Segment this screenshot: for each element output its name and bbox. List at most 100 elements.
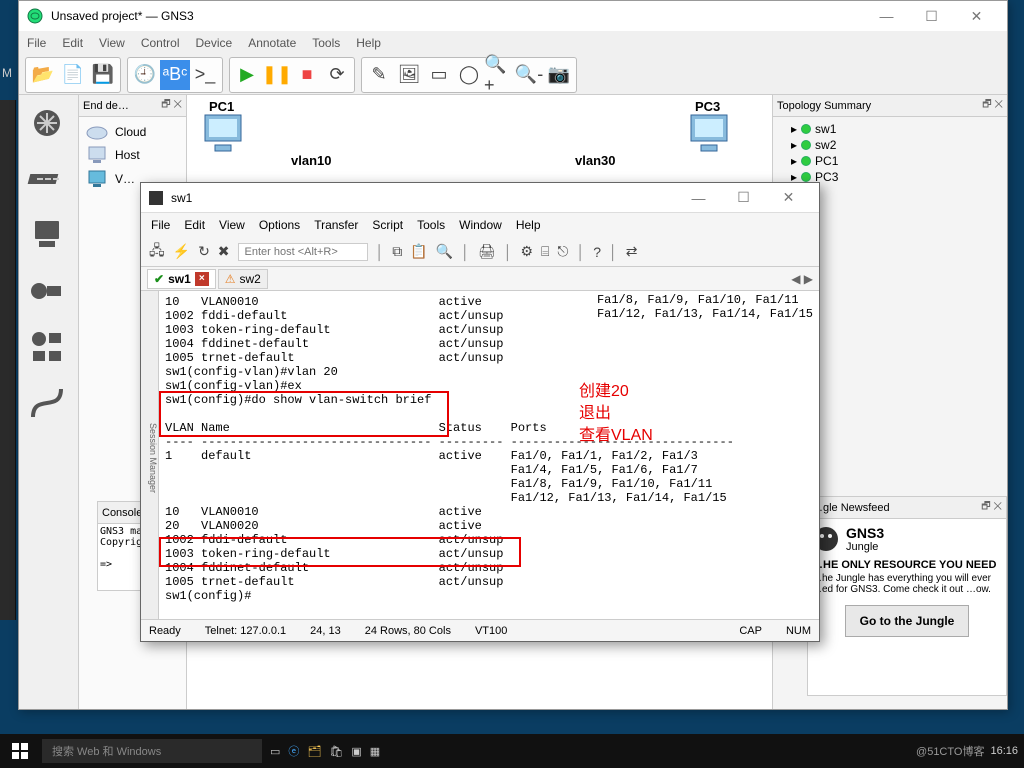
store-icon[interactable]: 🛍 — [329, 745, 343, 758]
print-icon[interactable]: 🖨 — [478, 243, 496, 260]
save-icon[interactable]: 💾 — [88, 60, 118, 90]
zoom-in-icon[interactable]: 🔍+ — [484, 60, 514, 90]
copy-icon[interactable]: ⧉ — [392, 243, 402, 260]
rect-icon[interactable]: ▭ — [424, 60, 454, 90]
app1-icon[interactable]: ▣ — [351, 745, 361, 758]
menu-help[interactable]: Help — [356, 36, 381, 50]
open-icon[interactable]: 📂 — [28, 60, 58, 90]
term-menu-window[interactable]: Window — [459, 218, 502, 232]
menu-device[interactable]: Device — [196, 36, 233, 50]
term-menu-help[interactable]: Help — [516, 218, 541, 232]
menu-tools[interactable]: Tools — [312, 36, 340, 50]
status-size: 24 Rows, 80 Cols — [365, 625, 451, 637]
reconnect-icon[interactable]: ↻ — [198, 243, 210, 260]
term-titlebar[interactable]: sw1 — ☐ ✕ — [141, 183, 819, 213]
paste-icon[interactable]: 📋 — [410, 243, 427, 260]
start-button[interactable] — [6, 737, 34, 765]
gns3-titlebar[interactable]: Unsaved project* — GNS3 — ☐ ✕ — [19, 1, 1007, 31]
pause-icon[interactable]: ❚❚ — [262, 60, 292, 90]
gns3-logo-icon — [27, 8, 43, 24]
term-menu-file[interactable]: File — [151, 218, 170, 232]
term-menu-transfer[interactable]: Transfer — [314, 218, 358, 232]
taskview-icon[interactable]: ▭ — [270, 745, 280, 758]
gns3-toolbar: 📂📄💾 🕘ᵃBᶜ>_ ▶❚❚■⟳ ✎🖼▭◯🔍+🔍-📷 — [19, 55, 1007, 95]
status-cursor: 24, 13 — [310, 625, 341, 637]
device-host[interactable]: Host — [83, 143, 182, 167]
xmodem-icon[interactable]: ⇄ — [626, 243, 638, 260]
keymap-icon[interactable]: ⌸ — [541, 243, 549, 260]
zoom-out-icon[interactable]: 🔍- — [514, 60, 544, 90]
annotation-showvlan: 查看VLAN — [579, 429, 653, 443]
go-to-jungle-button[interactable]: Go to the Jungle — [845, 605, 970, 637]
options-icon[interactable]: ⎋ — [557, 243, 568, 260]
labels-icon[interactable]: ᵃBᶜ — [160, 60, 190, 90]
security-category-icon[interactable] — [23, 267, 71, 315]
term-menu-view[interactable]: View — [219, 218, 245, 232]
pc-category-icon[interactable] — [23, 211, 71, 259]
watermark-text: @51CTO博客 — [916, 743, 984, 759]
stop-icon[interactable]: ■ — [292, 60, 322, 90]
console-icon[interactable]: >_ — [190, 60, 220, 90]
router-category-icon[interactable] — [23, 99, 71, 147]
term-close-button[interactable]: ✕ — [766, 184, 811, 212]
tab-sw1[interactable]: ✔sw1× — [147, 269, 216, 289]
tray-clock[interactable]: 16:16 — [990, 745, 1018, 757]
settings-icon[interactable]: ⚙ — [520, 243, 533, 260]
label-vlan10: vlan10 — [291, 153, 331, 168]
term-minimize-button[interactable]: — — [676, 184, 721, 212]
help-icon[interactable]: ? — [593, 244, 601, 260]
status-telnet: Telnet: 127.0.0.1 — [205, 625, 286, 637]
switch-category-icon[interactable] — [23, 155, 71, 203]
end-devices-title: End de… — [83, 100, 129, 112]
ellipse-icon[interactable]: ◯ — [454, 60, 484, 90]
annotation-create20: 创建20 — [579, 385, 629, 399]
find-icon[interactable]: 🔍 — [436, 243, 453, 260]
reload-icon[interactable]: ⟳ — [322, 60, 352, 90]
term-menu-script[interactable]: Script — [372, 218, 403, 232]
app2-icon[interactable]: ▦ — [370, 745, 380, 758]
jungle-body: …he Jungle has everything you will ever … — [812, 573, 1002, 595]
taskbar-search[interactable]: 搜索 Web 和 Windows — [42, 739, 262, 763]
host-input[interactable] — [238, 243, 368, 261]
disconnect-icon[interactable]: ✖ — [218, 243, 230, 260]
term-maximize-button[interactable]: ☐ — [721, 184, 766, 212]
tab-sw2[interactable]: ⚠sw2 — [218, 269, 268, 289]
menu-annotate[interactable]: Annotate — [248, 36, 296, 50]
screenshot-icon[interactable]: 📷 — [544, 60, 574, 90]
connect-icon[interactable]: 🖧 — [149, 240, 165, 264]
term-menu-edit[interactable]: Edit — [184, 218, 205, 232]
snapshot-icon[interactable]: 🕘 — [130, 60, 160, 90]
term-title: sw1 — [171, 191, 676, 205]
status-vt: VT100 — [475, 625, 507, 637]
image-icon[interactable]: 🖼 — [394, 60, 424, 90]
session-manager-handle[interactable]: Session Manager — [141, 291, 159, 619]
topology-item-sw1[interactable]: ▸sw1 — [777, 121, 1003, 137]
terminal-output[interactable]: Fa1/8, Fa1/9, Fa1/10, Fa1/11 Fa1/12, Fa1… — [159, 291, 819, 619]
note-icon[interactable]: ✎ — [364, 60, 394, 90]
minimize-button[interactable]: — — [864, 2, 909, 30]
menu-view[interactable]: View — [99, 36, 125, 50]
pc1-icon[interactable] — [201, 113, 245, 157]
topology-item-pc1[interactable]: ▸PC1 — [777, 153, 1003, 169]
edge-icon[interactable]: ⓔ — [288, 743, 299, 759]
menu-edit[interactable]: Edit — [62, 36, 83, 50]
play-icon[interactable]: ▶ — [232, 60, 262, 90]
menu-file[interactable]: File — [27, 36, 46, 50]
new-icon[interactable]: 📄 — [58, 60, 88, 90]
maximize-button[interactable]: ☐ — [909, 2, 954, 30]
windows-taskbar[interactable]: 搜索 Web 和 Windows ▭ ⓔ 🗂 🛍 ▣ ▦ @51CTO博客 16… — [0, 734, 1024, 768]
device-cloud[interactable]: Cloud — [83, 121, 182, 143]
topology-item-sw2[interactable]: ▸sw2 — [777, 137, 1003, 153]
desktop-left-strip — [0, 100, 16, 620]
label-pc1: PC1 — [209, 99, 234, 114]
term-menu-tools[interactable]: Tools — [417, 218, 445, 232]
all-category-icon[interactable] — [23, 323, 71, 371]
quick-connect-icon[interactable]: ⚡ — [173, 243, 190, 260]
pc3-icon[interactable] — [687, 113, 731, 157]
close-button[interactable]: ✕ — [954, 2, 999, 30]
link-tool-icon[interactable] — [23, 379, 71, 427]
term-tabstrip: ✔sw1× ⚠sw2 ◀ ▶ — [141, 267, 819, 291]
menu-control[interactable]: Control — [141, 36, 180, 50]
explorer-icon[interactable]: 🗂 — [307, 745, 321, 758]
term-menu-options[interactable]: Options — [259, 218, 300, 232]
